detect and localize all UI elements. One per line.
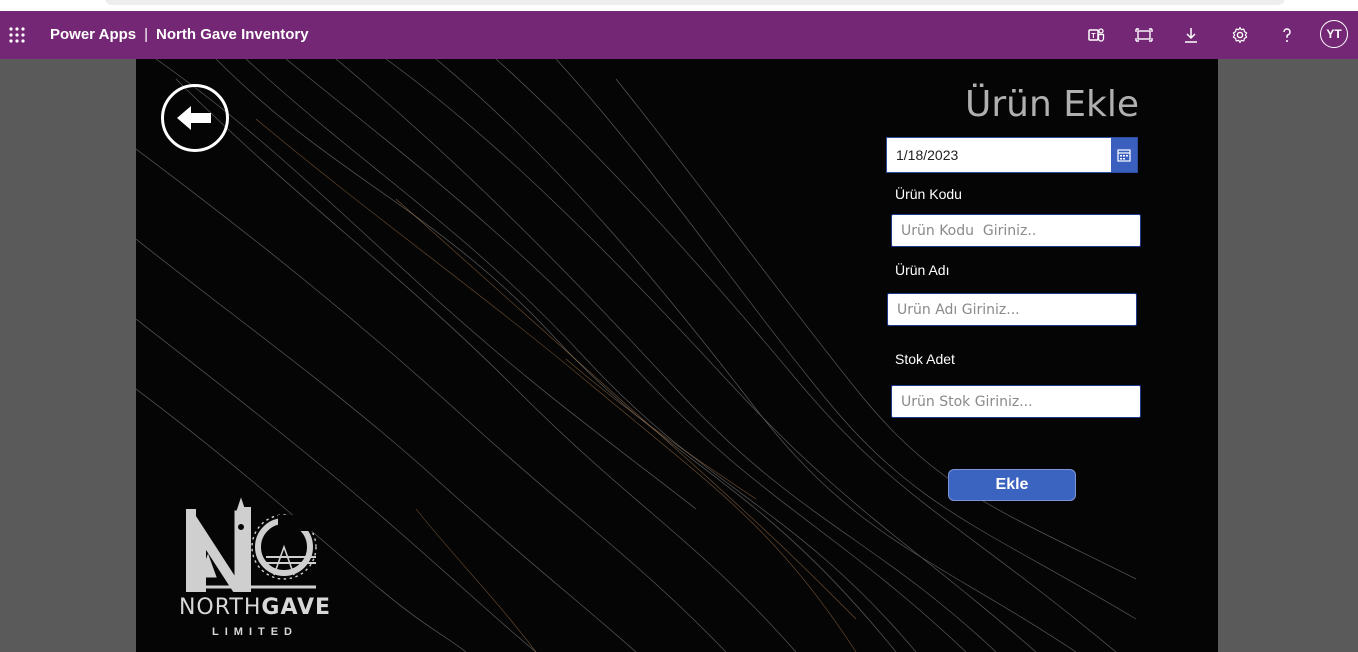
- app-canvas: Ürün Ekle 1/18/2023 Ürün Kodu Ürün Adı S…: [136, 59, 1218, 652]
- product-code-label: Ürün Kodu: [895, 186, 962, 202]
- app-launcher-icon[interactable]: [8, 26, 26, 44]
- stock-label: Stok Adet: [895, 351, 955, 367]
- date-picker[interactable]: 1/18/2023: [886, 137, 1138, 173]
- product-code-input[interactable]: [891, 214, 1141, 247]
- help-icon[interactable]: [1275, 23, 1299, 47]
- app-name: North Gave Inventory: [156, 26, 309, 43]
- app-title: Power Apps | North Gave Inventory: [50, 26, 309, 43]
- product-name: Power Apps: [50, 26, 137, 43]
- company-logo: NORTHGAVE LIMITED: [166, 497, 344, 647]
- date-value: 1/18/2023: [896, 147, 959, 163]
- browser-top-strip: [0, 0, 1358, 11]
- product-name-label: Ürün Adı: [895, 262, 950, 278]
- logo-subtitle: LIMITED: [212, 626, 298, 638]
- back-button[interactable]: [161, 84, 229, 152]
- logo-brand-bold: GAVE: [261, 595, 332, 620]
- download-icon[interactable]: [1179, 23, 1203, 47]
- stock-input[interactable]: [891, 385, 1141, 418]
- calendar-icon[interactable]: [1111, 138, 1137, 172]
- arrow-left-icon: [177, 106, 211, 130]
- app-header: Power Apps | North Gave Inventory T YT: [0, 11, 1358, 59]
- svg-text:T: T: [1091, 33, 1096, 40]
- logo-brand-text: NORTHGAVE: [166, 595, 344, 620]
- address-bar-edge: [105, 0, 1285, 5]
- teams-icon[interactable]: T: [1084, 23, 1108, 47]
- logo-brand-light: NORTH: [178, 595, 262, 620]
- avatar[interactable]: YT: [1320, 20, 1348, 48]
- product-name-input[interactable]: [887, 293, 1137, 326]
- logo-emblem: [186, 497, 318, 592]
- add-button[interactable]: Ekle: [948, 469, 1076, 501]
- title-separator: |: [144, 26, 149, 43]
- fit-screen-icon[interactable]: [1132, 23, 1156, 47]
- settings-icon[interactable]: [1228, 23, 1252, 47]
- page-title: Ürün Ekle: [965, 84, 1139, 125]
